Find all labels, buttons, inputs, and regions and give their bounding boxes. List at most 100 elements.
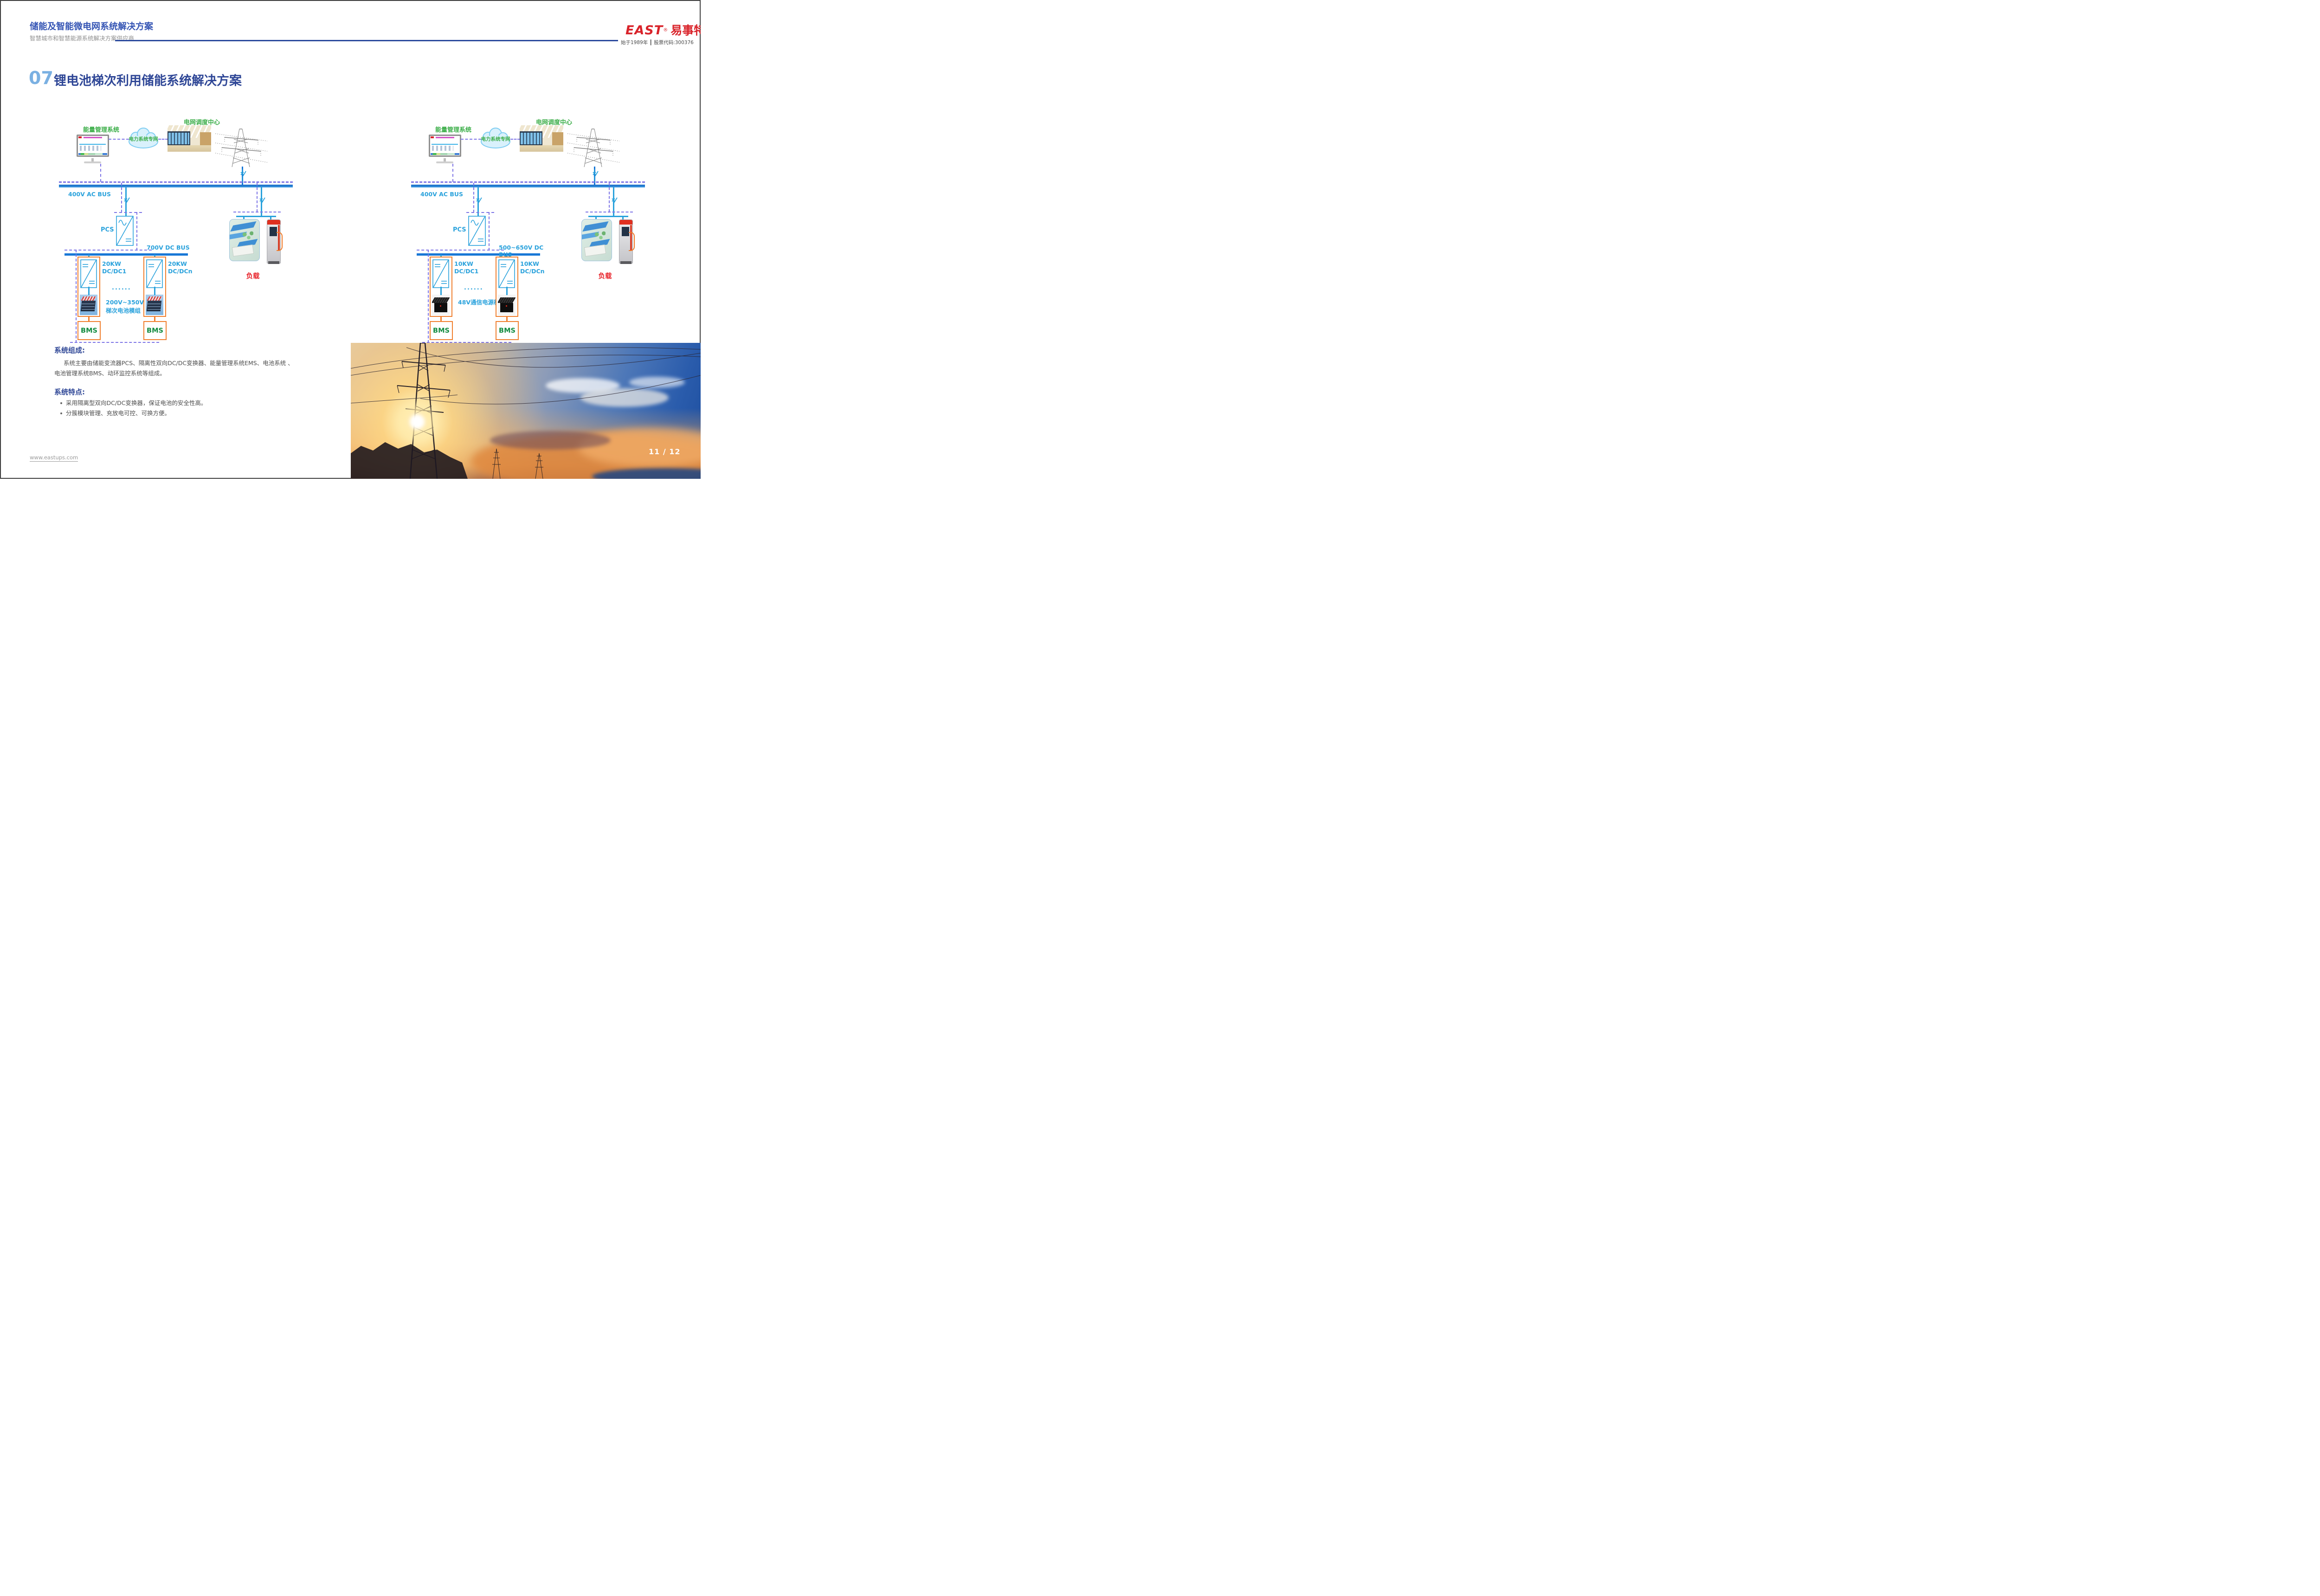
dashed-dc-comm-line — [64, 250, 152, 251]
room-wood-wall — [200, 132, 211, 146]
dashed-pcs-right — [489, 212, 490, 251]
monitor-title-bar — [436, 137, 454, 138]
header-divider-line — [115, 40, 618, 41]
battery-link-line — [154, 287, 155, 295]
website-link[interactable]: www.eastups.com — [30, 454, 78, 462]
monitor-toolbar — [431, 153, 459, 155]
power-module-image — [432, 295, 450, 315]
bms-box: BMS — [496, 321, 519, 340]
breaker-icon — [590, 169, 599, 182]
dispatch-room-photo — [520, 125, 563, 152]
transmission-tower-sketch — [567, 127, 619, 167]
dispatch-room-photo — [168, 125, 211, 152]
charger-top-cap — [619, 220, 632, 225]
photo-artwork — [351, 343, 701, 479]
battery-cell-lines — [148, 303, 161, 310]
monitor-title-bar — [84, 137, 102, 138]
load-label: 负载 — [243, 271, 263, 281]
dc-bus-label: 700V DC BUS — [147, 244, 205, 251]
room-wood-wall — [552, 132, 563, 146]
monitor-logo-mark — [78, 136, 82, 138]
pcs-converter-icon — [468, 216, 486, 246]
ev-charger-image — [619, 219, 633, 264]
dcdcn-label: 20KWDC/DCn — [168, 260, 197, 276]
diagram-battery-storage-system: 能量管理系统 电力系统专网 电网调度中心 — [56, 118, 297, 355]
ac-bus-label: 400V AC BUS — [420, 191, 463, 198]
battery-module-image — [80, 295, 97, 315]
power-network-label: 电力系统专网 — [478, 135, 513, 142]
power-network-label: 电力系统专网 — [126, 135, 161, 142]
ac-bus-label: 400V AC BUS — [68, 191, 111, 198]
monitor-scada-busline — [79, 144, 106, 145]
bms-box: BMS — [77, 321, 101, 340]
dcdc1-label: 20KWDC/DC1 — [102, 260, 131, 276]
east-logo: EAST®易事特 — [625, 21, 701, 38]
diagram-telecom-power-system: 能量管理系统 电力系统专网 电网调度中心 — [408, 118, 649, 355]
bms-box: BMS — [143, 321, 167, 340]
sunset-transmission-tower-photo — [351, 343, 701, 479]
section-number: 07 — [29, 68, 53, 88]
ac-bus-bar — [411, 185, 645, 187]
brochure-page: 储能及智能微电网系统解决方案 智慧城市和智慧能源系统解决方案供应商 EAST®易… — [0, 0, 701, 479]
pcs-converter-icon — [116, 216, 134, 246]
ellipsis-more-units: ...... — [464, 284, 483, 291]
ev-charger-image — [267, 219, 281, 264]
load-label: 负载 — [595, 271, 615, 281]
composition-text-line1: 系统主要由储能变流器PCS、隔离性双向DC/DC变换器、能量管理系统EMS、电池… — [64, 358, 294, 367]
dashed-pcs-right — [136, 212, 137, 251]
module-link-line — [506, 287, 508, 295]
comm-dashed-line — [411, 181, 645, 183]
building-load-image — [229, 219, 260, 261]
pcs-label: PCS — [453, 226, 466, 233]
dashed-pcs-top — [114, 212, 142, 213]
dcdc-converter-icon — [146, 259, 163, 288]
composition-text-line2: 电池管理系统BMS、动环监控系统等组成。 — [54, 368, 166, 377]
comm-dashed-line — [59, 181, 293, 183]
module-link-line — [440, 287, 442, 295]
video-wall-screens — [521, 133, 541, 145]
features-heading: 系统特点: — [54, 387, 85, 397]
building-block — [232, 245, 254, 257]
battery-link-line — [88, 287, 90, 295]
module-front — [500, 303, 514, 312]
dcdc-converter-icon — [80, 259, 97, 288]
breaker-icon — [238, 169, 246, 182]
garden-trees — [594, 230, 606, 241]
power-module-image — [498, 295, 516, 315]
module-front — [434, 303, 448, 312]
charger-base — [620, 261, 632, 264]
dashed-link-cloud-dispatch — [510, 139, 520, 140]
dc-bus-bar — [64, 253, 188, 256]
dcdc-converter-icon — [498, 259, 515, 288]
monitor-scada-busline — [432, 144, 458, 145]
composition-heading: 系统组成: — [54, 345, 85, 355]
page-number: 11 / 12 — [649, 447, 681, 456]
ac-bus-bar — [59, 185, 293, 187]
charger-cable — [277, 232, 283, 251]
dashed-enclosure-left — [428, 250, 429, 343]
dcdcn-label: 10KWDC/DCn — [520, 260, 549, 276]
ellipsis-more-units: ...... — [112, 284, 131, 291]
monitor-stand — [444, 158, 446, 161]
charger-stub-line — [270, 216, 271, 219]
transmission-tower-sketch — [215, 127, 267, 167]
monitor-scada-devices — [80, 146, 101, 151]
feature-item: 采用隔离型双向DC/DC变换器，保证电池的安全性高。 — [60, 398, 206, 407]
monitor-toolbar — [78, 153, 107, 155]
charger-screen — [622, 227, 629, 236]
breaker-icon — [609, 196, 618, 209]
monitor-base — [436, 161, 453, 163]
dcdc-converter-icon — [432, 259, 449, 288]
dashed-link-ems-bus — [452, 164, 453, 182]
ems-monitor-image — [429, 135, 461, 157]
breaker-icon — [474, 196, 482, 209]
room-floor — [520, 145, 563, 152]
east-logo-chinese: 易事特 — [670, 24, 701, 37]
document-title: 储能及智能微电网系统解决方案 — [30, 19, 153, 32]
monitor-base — [84, 161, 101, 163]
room-video-wall — [168, 131, 190, 146]
ems-label: 能量管理系统 — [69, 125, 134, 134]
feature-item: 分簇模块管理、充放电可控、可换方便。 — [60, 408, 170, 417]
building-block — [584, 245, 606, 257]
battery-cells-top — [81, 296, 96, 301]
